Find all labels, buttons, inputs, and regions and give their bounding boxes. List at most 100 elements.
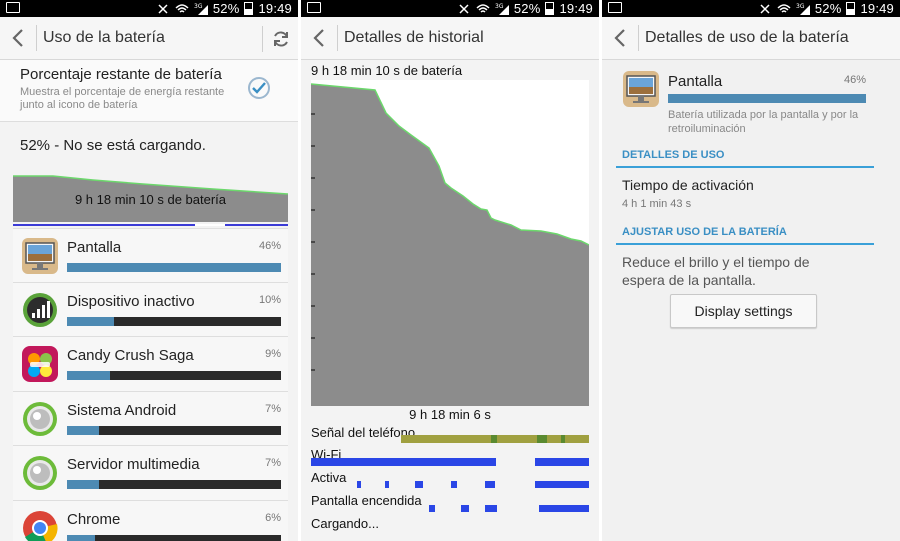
screenshot-icon — [6, 2, 20, 13]
screenshot-icon — [307, 2, 321, 13]
app-row-chrome[interactable]: Chrome 6% — [13, 500, 288, 541]
app-percent: 9% — [265, 348, 281, 360]
wifi-icon — [175, 3, 189, 13]
adjust-description: Reduce el brillo y el tiempo de espera d… — [622, 254, 810, 288]
status-bar: 3G 52% 19:49 — [301, 0, 599, 17]
app-row-dispositivo-inactivo[interactable]: Dispositivo inactivo 10% — [13, 282, 288, 337]
refresh-icon[interactable] — [262, 26, 298, 52]
svg-text:3G: 3G — [796, 3, 805, 10]
active-time-label: Tiempo de activación — [622, 177, 754, 193]
cell-signal-icon: 3G — [796, 3, 810, 15]
battery-percent-text: 52% — [212, 1, 240, 16]
nfc-icon — [459, 3, 469, 14]
battery-percent-text: 52% — [814, 1, 842, 16]
app-usage-fill — [67, 425, 100, 435]
screen-on-track — [429, 505, 589, 512]
app-name: Servidor multimedia — [67, 456, 200, 473]
battery-usage-screen: 3G 52% 19:49 Uso de la batería Porcentaj… — [0, 0, 298, 541]
svg-text:3G: 3G — [495, 3, 504, 10]
clock-text: 19:49 — [860, 1, 894, 16]
app-name: Sistema Android — [67, 401, 177, 419]
battery-percentage-preference[interactable]: Porcentaje restante de batería Muestra e… — [0, 60, 298, 122]
app-usage-list: Pantalla 46% Dispositivo inactivo 10% Candy … — [13, 228, 288, 541]
status-bar: 3G 52% 19:49 — [602, 0, 900, 17]
charging-status: 52% - No se está cargando. — [20, 137, 206, 154]
back-icon[interactable] — [602, 17, 638, 60]
item-usage-bar — [668, 94, 866, 103]
app-usage-bar — [67, 316, 281, 326]
phone-signal-track — [401, 435, 589, 443]
app-row-pantalla[interactable]: Pantalla 46% — [13, 228, 288, 283]
status-bar: 3G 52% 19:49 — [0, 0, 298, 17]
history-bottom-label: 9 h 18 min 6 s — [409, 407, 491, 422]
candy-icon — [22, 346, 58, 382]
details-body: Pantalla 46% Batería utilizada por la pa… — [602, 60, 900, 541]
battery-usage-details-screen: 3G 52% 19:49 Detalles de uso de la bater… — [602, 0, 900, 541]
app-name: Candy Crush Saga — [67, 347, 194, 364]
battery-icon — [244, 2, 254, 15]
screen-icon — [22, 238, 58, 274]
action-bar: Detalles de uso de la batería — [602, 17, 900, 60]
app-usage-bar — [67, 480, 281, 489]
active-track — [357, 481, 589, 488]
track-label-charging: Cargando... — [311, 516, 379, 531]
app-percent: 6% — [265, 511, 281, 524]
screenshot-icon — [608, 2, 622, 13]
action-bar: Uso de la batería — [0, 17, 298, 60]
app-usage-fill — [67, 263, 281, 272]
preference-summary: Muestra el porcentaje de energía restant… — [20, 86, 225, 111]
wifi-icon — [777, 3, 791, 13]
display-settings-button[interactable]: Display settings — [670, 294, 817, 328]
item-percent: 46% — [843, 74, 866, 86]
page-title: Detalles de uso de la batería — [645, 29, 849, 46]
app-name: Dispositivo inactivo — [67, 292, 195, 310]
battery-icon — [846, 2, 856, 15]
screen-icon — [623, 71, 659, 107]
history-details-screen: 3G 52% 19:49 Detalles de historial 9 h 1… — [301, 0, 599, 541]
nfc-icon — [760, 3, 770, 14]
svg-text:3G: 3G — [194, 3, 203, 10]
android-icon — [23, 456, 57, 490]
signal-icon — [23, 292, 57, 327]
wifi-track — [311, 458, 589, 466]
android-icon — [23, 401, 57, 436]
app-usage-bar — [67, 425, 281, 435]
app-percent: 10% — [258, 293, 281, 306]
nfc-icon — [158, 3, 168, 14]
cell-signal-icon: 3G — [495, 3, 509, 15]
section-adjust-usage: AJUSTAR USO DE LA BATERÍA — [616, 226, 874, 245]
app-usage-bar — [67, 263, 281, 272]
app-usage-fill — [67, 316, 115, 326]
app-percent: 46% — [258, 240, 281, 252]
battery-icon — [545, 2, 555, 15]
app-name: Chrome — [67, 510, 121, 528]
check-icon — [252, 82, 266, 94]
app-row-servidor-multimedia[interactable]: Servidor multimedia 7% — [13, 446, 288, 501]
app-usage-fill — [67, 480, 100, 489]
app-percent: 7% — [265, 457, 281, 469]
wifi-icon — [476, 3, 490, 13]
battery-percent-text: 52% — [513, 1, 541, 16]
active-time-value: 4 h 1 min 43 s — [622, 198, 692, 210]
back-icon[interactable] — [301, 17, 337, 60]
preference-title: Porcentaje restante de batería — [20, 66, 222, 83]
history-top-label: 9 h 18 min 10 s de batería — [311, 63, 463, 78]
app-usage-fill — [67, 534, 95, 541]
app-row-sistema-android[interactable]: Sistema Android 7% — [13, 391, 288, 446]
app-usage-fill — [67, 371, 110, 380]
section-usage-details: DETALLES DE USO — [616, 149, 874, 168]
app-name: Pantalla — [67, 239, 122, 256]
app-usage-bar — [67, 534, 281, 541]
clock-text: 19:49 — [258, 1, 292, 16]
item-name: Pantalla — [668, 73, 723, 90]
page-title: Detalles de historial — [344, 29, 484, 46]
chrome-icon — [23, 510, 58, 541]
action-bar: Detalles de historial — [301, 17, 599, 60]
item-description: Batería utilizada por la pantalla y por … — [668, 109, 859, 135]
battery-duration-label: 9 h 18 min 10 s de batería — [74, 192, 227, 207]
battery-percentage-checkbox[interactable] — [248, 77, 270, 99]
app-row-candy-crush-saga[interactable]: Candy Crush Saga 9% — [13, 337, 288, 392]
app-percent: 7% — [265, 402, 281, 415]
back-icon[interactable] — [0, 17, 36, 60]
cell-signal-icon: 3G — [194, 3, 208, 15]
